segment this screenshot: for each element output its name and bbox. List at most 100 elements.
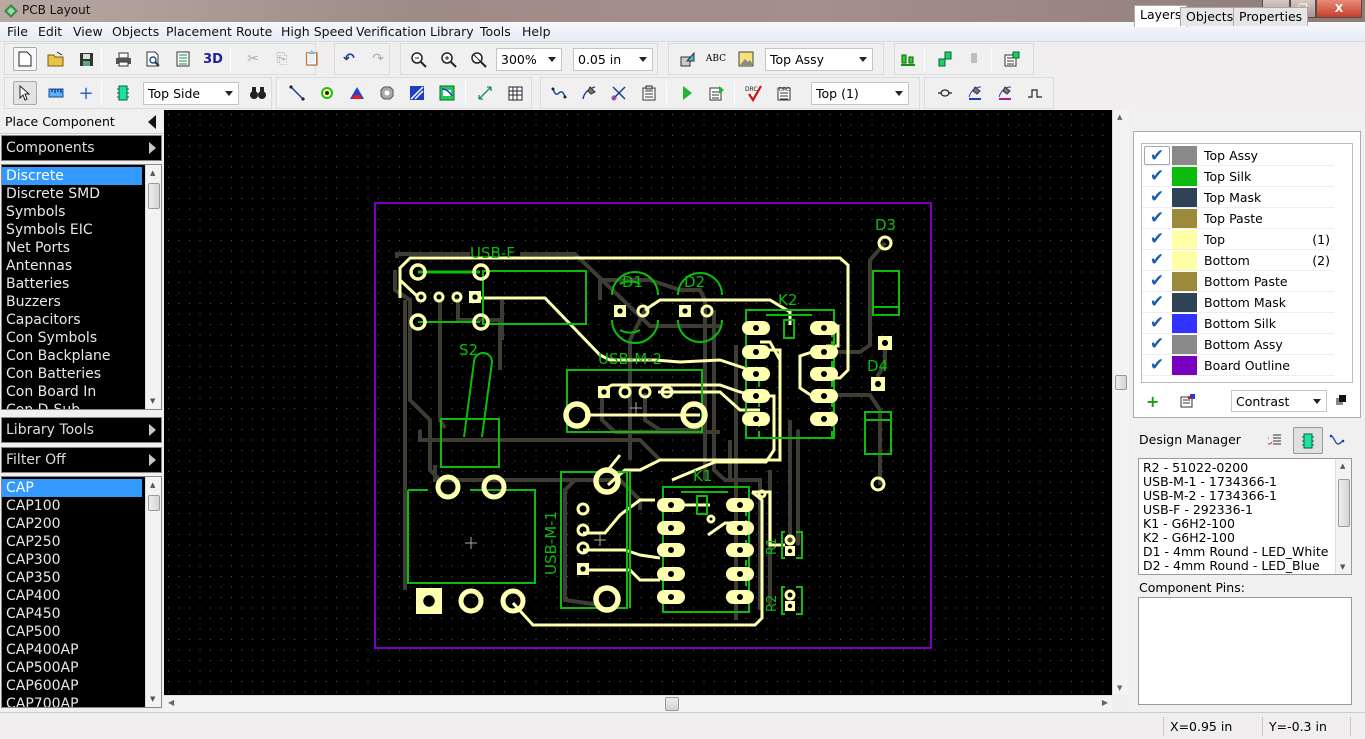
layer-row[interactable]: ✔ Bottom Silk bbox=[1142, 313, 1334, 334]
cut-trace-icon[interactable] bbox=[607, 81, 631, 105]
category-item[interactable]: Discrete bbox=[2, 167, 142, 185]
layer-color-swatch[interactable] bbox=[1172, 188, 1197, 207]
plane-icon[interactable] bbox=[405, 81, 429, 105]
part-item[interactable]: CAP350 bbox=[2, 569, 161, 587]
category-item[interactable]: Con Symbols bbox=[2, 329, 161, 347]
layer-color-swatch[interactable] bbox=[1172, 335, 1197, 354]
part-item[interactable]: CAP300 bbox=[2, 551, 161, 569]
dimension-icon[interactable] bbox=[473, 81, 497, 105]
part-item[interactable]: CAP500 bbox=[2, 623, 161, 641]
layer-row[interactable]: ✔ Top Assy bbox=[1142, 145, 1334, 166]
design-item[interactable]: USB-M-1 - 1734366-1 bbox=[1139, 475, 1351, 489]
category-item[interactable]: Net Ports bbox=[2, 239, 161, 257]
part-item[interactable]: CAP bbox=[2, 479, 142, 497]
contrast-select[interactable]: Contrast bbox=[1231, 390, 1327, 412]
menu-verification[interactable]: Verification bbox=[356, 24, 426, 39]
scroll-thumb[interactable] bbox=[148, 495, 160, 511]
layer-visible-checkbox[interactable]: ✔ bbox=[1144, 146, 1170, 166]
open-icon[interactable] bbox=[44, 47, 68, 71]
menu-file[interactable]: File bbox=[7, 24, 28, 39]
library-tools-header[interactable]: Library Tools bbox=[1, 417, 162, 443]
category-item[interactable]: Buzzers bbox=[2, 293, 161, 311]
part-item[interactable]: CAP600AP bbox=[2, 677, 161, 695]
layer-row[interactable]: ✔ Bottom Paste bbox=[1142, 271, 1334, 292]
zoom-in-icon[interactable] bbox=[406, 47, 430, 71]
paste-icon[interactable]: 📋 bbox=[300, 47, 324, 71]
part-list[interactable]: CAP CAP100 CAP200 CAP250 CAP300 CAP350 CAP400 C… bbox=[1, 476, 162, 708]
layer-color-swatch[interactable] bbox=[1172, 356, 1197, 375]
part-item[interactable]: CAP100 bbox=[2, 497, 161, 515]
crosshair-icon[interactable]: + bbox=[74, 81, 98, 105]
design-item[interactable]: K1 - G6H2-100 bbox=[1139, 517, 1351, 531]
category-item[interactable]: Batteries bbox=[2, 275, 161, 293]
menu-route[interactable]: Route bbox=[236, 24, 272, 39]
category-item[interactable]: Con Batteries bbox=[2, 365, 161, 383]
layer-row[interactable]: ✔ Board Outline bbox=[1142, 355, 1334, 376]
layer-row[interactable]: ✔ Top Mask bbox=[1142, 187, 1334, 208]
drc-report-icon[interactable]: DRC bbox=[772, 81, 796, 105]
canvas-horizontal-scrollbar[interactable]: ◀ ▶ bbox=[164, 695, 1112, 712]
layer-row[interactable]: ✔ Top (1) bbox=[1142, 229, 1334, 250]
pad-icon[interactable] bbox=[375, 81, 399, 105]
add-layer-icon[interactable]: + bbox=[1146, 392, 1159, 411]
category-item[interactable]: Capacitors bbox=[2, 311, 161, 329]
layer-color-swatch[interactable] bbox=[1172, 251, 1197, 270]
scroll-up-icon[interactable]: ▲ bbox=[150, 481, 155, 489]
layer-visible-checkbox[interactable]: ✔ bbox=[1144, 230, 1170, 249]
zoom-fit-icon[interactable] bbox=[466, 47, 490, 71]
layer-row[interactable]: ✔ Bottom (2) bbox=[1142, 250, 1334, 271]
part-item[interactable]: CAP400 bbox=[2, 587, 161, 605]
drc-check-icon[interactable]: DRC bbox=[742, 81, 766, 105]
canvas-vertical-scrollbar[interactable]: ▲ ▼ bbox=[1112, 110, 1129, 695]
report-icon[interactable] bbox=[171, 47, 195, 71]
pcb-canvas[interactable]: USB-F D1 D2 K2 D3 S2 USB-M-2 D4 K1 USB-M… bbox=[164, 110, 1112, 695]
layer-visible-checkbox[interactable]: ✔ bbox=[1144, 167, 1170, 186]
save-icon[interactable] bbox=[74, 47, 98, 71]
layer-color-swatch[interactable] bbox=[1172, 314, 1197, 333]
part-item[interactable]: CAP450 bbox=[2, 605, 161, 623]
shape-icon[interactable] bbox=[675, 47, 699, 71]
scroll-thumb[interactable] bbox=[1115, 375, 1127, 390]
layer-visible-checkbox[interactable]: ✔ bbox=[1144, 251, 1170, 270]
pcb-drawing[interactable]: USB-F D1 D2 K2 D3 S2 USB-M-2 D4 K1 USB-M… bbox=[164, 110, 1112, 695]
nets-view-icon[interactable] bbox=[1329, 433, 1345, 450]
menu-help[interactable]: Help bbox=[522, 24, 551, 39]
layer-visible-checkbox[interactable]: ✔ bbox=[1144, 335, 1170, 354]
part-item[interactable]: CAP250 bbox=[2, 533, 161, 551]
scroll-up-icon[interactable]: ▲ bbox=[150, 169, 155, 177]
category-scrollbar[interactable]: ▲ ▼ bbox=[145, 165, 161, 409]
edit-trace-icon[interactable] bbox=[577, 81, 601, 105]
layer-properties-icon[interactable] bbox=[1180, 393, 1196, 411]
serpentine-icon[interactable] bbox=[1023, 81, 1047, 105]
design-item[interactable]: D2 - 4mm Round - LED_Blue bbox=[1139, 559, 1351, 573]
net-list-icon[interactable] bbox=[637, 81, 661, 105]
copy-icon[interactable]: ⎘ bbox=[270, 47, 294, 71]
design-item[interactable]: D1 - 4mm Round - LED_White bbox=[1139, 545, 1351, 559]
layer-list[interactable]: ✔ Top Assy ✔ Top Silk ✔ Top Mask ✔ Top Paste ✔ To… bbox=[1141, 143, 1353, 383]
part-item[interactable]: CAP200 bbox=[2, 515, 161, 533]
measure-icon[interactable] bbox=[44, 81, 68, 105]
redo-icon[interactable]: ↷ bbox=[366, 47, 390, 71]
layer-color-swatch[interactable] bbox=[1172, 167, 1197, 186]
layer-row[interactable]: ✔ Top Silk bbox=[1142, 166, 1334, 187]
category-item[interactable]: Con Backplane bbox=[2, 347, 161, 365]
scroll-up-icon[interactable]: ▲ bbox=[1340, 462, 1345, 470]
zoom-level-select[interactable]: 300% bbox=[496, 48, 562, 71]
design-item[interactable]: USB-F - 292336-1 bbox=[1139, 503, 1351, 517]
layer-visible-checkbox[interactable]: ✔ bbox=[1144, 314, 1170, 333]
category-item[interactable]: Discrete SMD bbox=[2, 185, 161, 203]
route-trace-icon[interactable] bbox=[547, 81, 571, 105]
category-item[interactable]: Symbols bbox=[2, 203, 161, 221]
run-autoroute-icon[interactable] bbox=[675, 81, 699, 105]
menu-tools[interactable]: Tools bbox=[480, 24, 511, 39]
category-item[interactable]: Symbols EIC bbox=[2, 221, 161, 239]
layer-color-swatch[interactable] bbox=[1172, 272, 1197, 291]
layer-row[interactable]: ✔ Bottom Assy bbox=[1142, 334, 1334, 355]
align-icon[interactable] bbox=[896, 47, 920, 71]
category-item[interactable]: Antennas bbox=[2, 257, 161, 275]
table-icon[interactable] bbox=[503, 81, 527, 105]
design-manager-list[interactable]: R2 - 51022-0200 USB-M-1 - 1734366-1 USB-M-… bbox=[1138, 458, 1352, 575]
layer-visible-checkbox[interactable]: ✔ bbox=[1144, 356, 1170, 375]
layer-row[interactable]: ✔ Bottom Mask bbox=[1142, 292, 1334, 313]
tab-objects[interactable]: Objects bbox=[1180, 7, 1240, 26]
